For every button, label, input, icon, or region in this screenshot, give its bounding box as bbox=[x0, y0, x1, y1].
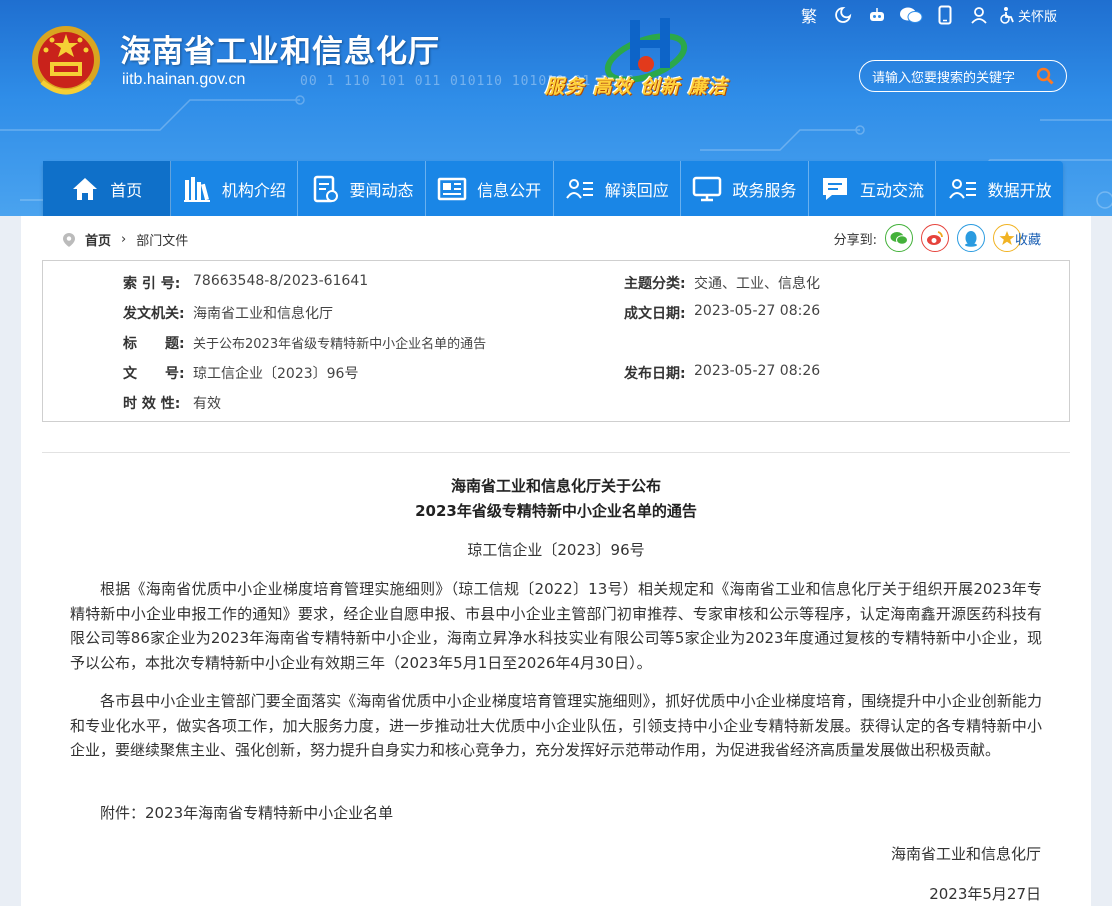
nav-item-label: 解读回应 bbox=[604, 180, 669, 200]
nav-item-about[interactable]: 机构介绍 bbox=[171, 161, 299, 216]
meta-index-row: 索 引 号: 78663548-8/2023-61641 bbox=[123, 273, 368, 293]
attachment-link[interactable]: 附件：2023年海南省专精特新中小企业名单 bbox=[70, 801, 1042, 826]
nav-item-disclosure[interactable]: 信息公开 bbox=[426, 161, 554, 216]
document-metadata-box: 索 引 号: 78663548-8/2023-61641 主题分类: 交通、工业… bbox=[42, 260, 1070, 422]
meta-label: 发文机关: bbox=[123, 306, 185, 322]
user-icon[interactable] bbox=[962, 4, 996, 26]
accessibility-icon[interactable] bbox=[826, 4, 860, 26]
meta-label: 成文日期: bbox=[624, 306, 686, 322]
meta-value: 关于公布2023年省级专精特新中小企业名单的通告 bbox=[193, 337, 487, 352]
article-doc-number: 琼工信企业〔2023〕96号 bbox=[467, 541, 645, 559]
nav-item-label: 互动交流 bbox=[860, 180, 925, 200]
home-icon bbox=[73, 177, 98, 200]
share-bar: 分享到: 收藏 bbox=[834, 224, 1041, 252]
books-icon bbox=[183, 176, 210, 202]
article-paragraph: 根据《海南省优质中小企业梯度培育管理实施细则》（琼工信规〔2022〕13号）相关… bbox=[70, 580, 1042, 673]
meta-validity-row: 时 效 性: 有效 bbox=[123, 393, 221, 413]
meta-value: 2023-05-27 08:26 bbox=[694, 303, 821, 319]
meta-value: 琼工信企业〔2023〕96号 bbox=[193, 366, 359, 382]
meta-published-row: 发布日期: 2023-05-27 08:26 bbox=[624, 363, 820, 383]
meta-category-row: 主题分类: 交通、工业、信息化 bbox=[624, 273, 820, 293]
meta-created-row: 成文日期: 2023-05-27 08:26 bbox=[624, 303, 820, 323]
article-title: 海南省工业和信息化厅关于公布 2023年省级专精特新中小企业名单的通告 bbox=[21, 474, 1091, 524]
chat-icon bbox=[823, 177, 848, 200]
qq-share-icon[interactable] bbox=[956, 224, 985, 252]
meta-issuer-row: 发文机关: 海南省工业和信息化厅 bbox=[123, 303, 333, 323]
site-title[interactable]: 海南省工业和信息化厅 bbox=[120, 26, 440, 71]
meta-label: 主题分类: bbox=[624, 276, 686, 292]
nav-item-news[interactable]: 要闻动态 bbox=[298, 161, 426, 216]
national-emblem-icon[interactable] bbox=[28, 22, 104, 100]
nav-item-interaction[interactable]: 互动交流 bbox=[809, 161, 937, 216]
nav-item-label: 首页 bbox=[110, 180, 143, 200]
meta-value: 海南省工业和信息化厅 bbox=[193, 306, 333, 322]
content-panel: 首页 › 部门文件 分享到: 收藏 索 引 号: 78663548-8/2023… bbox=[21, 216, 1091, 906]
favorite-link[interactable]: 收藏 bbox=[1015, 229, 1041, 248]
utility-toolbar: 繁 关怀版 bbox=[792, 4, 1057, 26]
site-domain: iitb.hainan.gov.cn bbox=[122, 71, 246, 88]
data-list-icon bbox=[948, 178, 976, 199]
breadcrumb-current[interactable]: 部门文件 bbox=[136, 230, 188, 249]
nav-item-label: 机构介绍 bbox=[221, 180, 286, 200]
nav-item-label: 要闻动态 bbox=[349, 180, 414, 200]
wheelchair-icon bbox=[1000, 7, 1014, 24]
article-signature: 海南省工业和信息化厅 bbox=[890, 845, 1041, 863]
share-label: 分享到: bbox=[833, 232, 877, 248]
main-nav: 首页 机构介绍 要闻动态 信息公开 解读回应 政务服务 互动交流 数据开放 bbox=[43, 161, 1063, 216]
nav-item-home[interactable]: 首页 bbox=[43, 161, 171, 216]
meta-label: 发布日期: bbox=[624, 366, 686, 382]
meta-value: 有效 bbox=[193, 396, 221, 412]
divider bbox=[42, 452, 1070, 453]
nav-item-label: 政务服务 bbox=[732, 180, 797, 200]
meta-value: 2023-05-27 08:26 bbox=[694, 363, 821, 379]
meta-label: 标 题: bbox=[123, 336, 185, 352]
breadcrumb-home[interactable]: 首页 bbox=[85, 230, 111, 249]
meta-docno-row: 文 号: 琼工信企业〔2023〕96号 bbox=[123, 363, 358, 383]
slogan-text: 服务 高效 创新 廉洁 bbox=[545, 76, 728, 98]
meta-value: 交通、工业、信息化 bbox=[694, 276, 820, 292]
wechat-share-icon[interactable] bbox=[884, 224, 913, 252]
monitor-icon bbox=[693, 176, 722, 201]
news-icon bbox=[313, 175, 338, 202]
nav-item-open-data[interactable]: 数据开放 bbox=[936, 161, 1063, 216]
chevron-right-icon: › bbox=[121, 232, 127, 247]
article-paragraph: 各市县中小企业主管部门要全面落实《海南省优质中小企业梯度培育管理实施细则》，抓好… bbox=[70, 692, 1042, 760]
people-list-icon bbox=[565, 178, 593, 199]
care-mode-link[interactable]: 关怀版 bbox=[998, 6, 1057, 25]
nav-item-label: 数据开放 bbox=[987, 180, 1052, 200]
meta-title-row: 标 题: 关于公布2023年省级专精特新中小企业名单的通告 bbox=[123, 333, 486, 353]
meta-label: 时 效 性: bbox=[123, 396, 181, 412]
robot-icon[interactable] bbox=[860, 4, 894, 26]
wechat-icon[interactable] bbox=[894, 4, 928, 26]
nav-item-label: 信息公开 bbox=[477, 180, 542, 200]
nav-item-services[interactable]: 政务服务 bbox=[681, 161, 809, 216]
nav-item-interpretation[interactable]: 解读回应 bbox=[554, 161, 682, 216]
search-icon[interactable] bbox=[1036, 67, 1054, 85]
traditional-chinese-toggle[interactable]: 繁 bbox=[792, 4, 826, 26]
search-box[interactable]: 请输入您要搜索的关键字 bbox=[859, 60, 1067, 92]
newspaper-icon bbox=[437, 177, 467, 200]
search-placeholder: 请输入您要搜索的关键字 bbox=[872, 70, 1016, 86]
article-title-line: 2023年省级专精特新中小企业名单的通告 bbox=[415, 502, 697, 520]
meta-label: 索 引 号: bbox=[123, 276, 181, 292]
meta-value: 78663548-8/2023-61641 bbox=[193, 273, 369, 289]
care-mode-label: 关怀版 bbox=[1018, 9, 1058, 25]
article-date: 2023年5月27日 bbox=[929, 885, 1041, 903]
breadcrumb: 首页 › 部门文件 bbox=[63, 230, 188, 249]
article-title-line: 海南省工业和信息化厅关于公布 bbox=[450, 477, 661, 495]
weibo-share-icon[interactable] bbox=[920, 224, 949, 252]
location-pin-icon bbox=[63, 232, 75, 247]
mobile-icon[interactable] bbox=[928, 4, 962, 26]
meta-label: 文 号: bbox=[123, 366, 185, 382]
